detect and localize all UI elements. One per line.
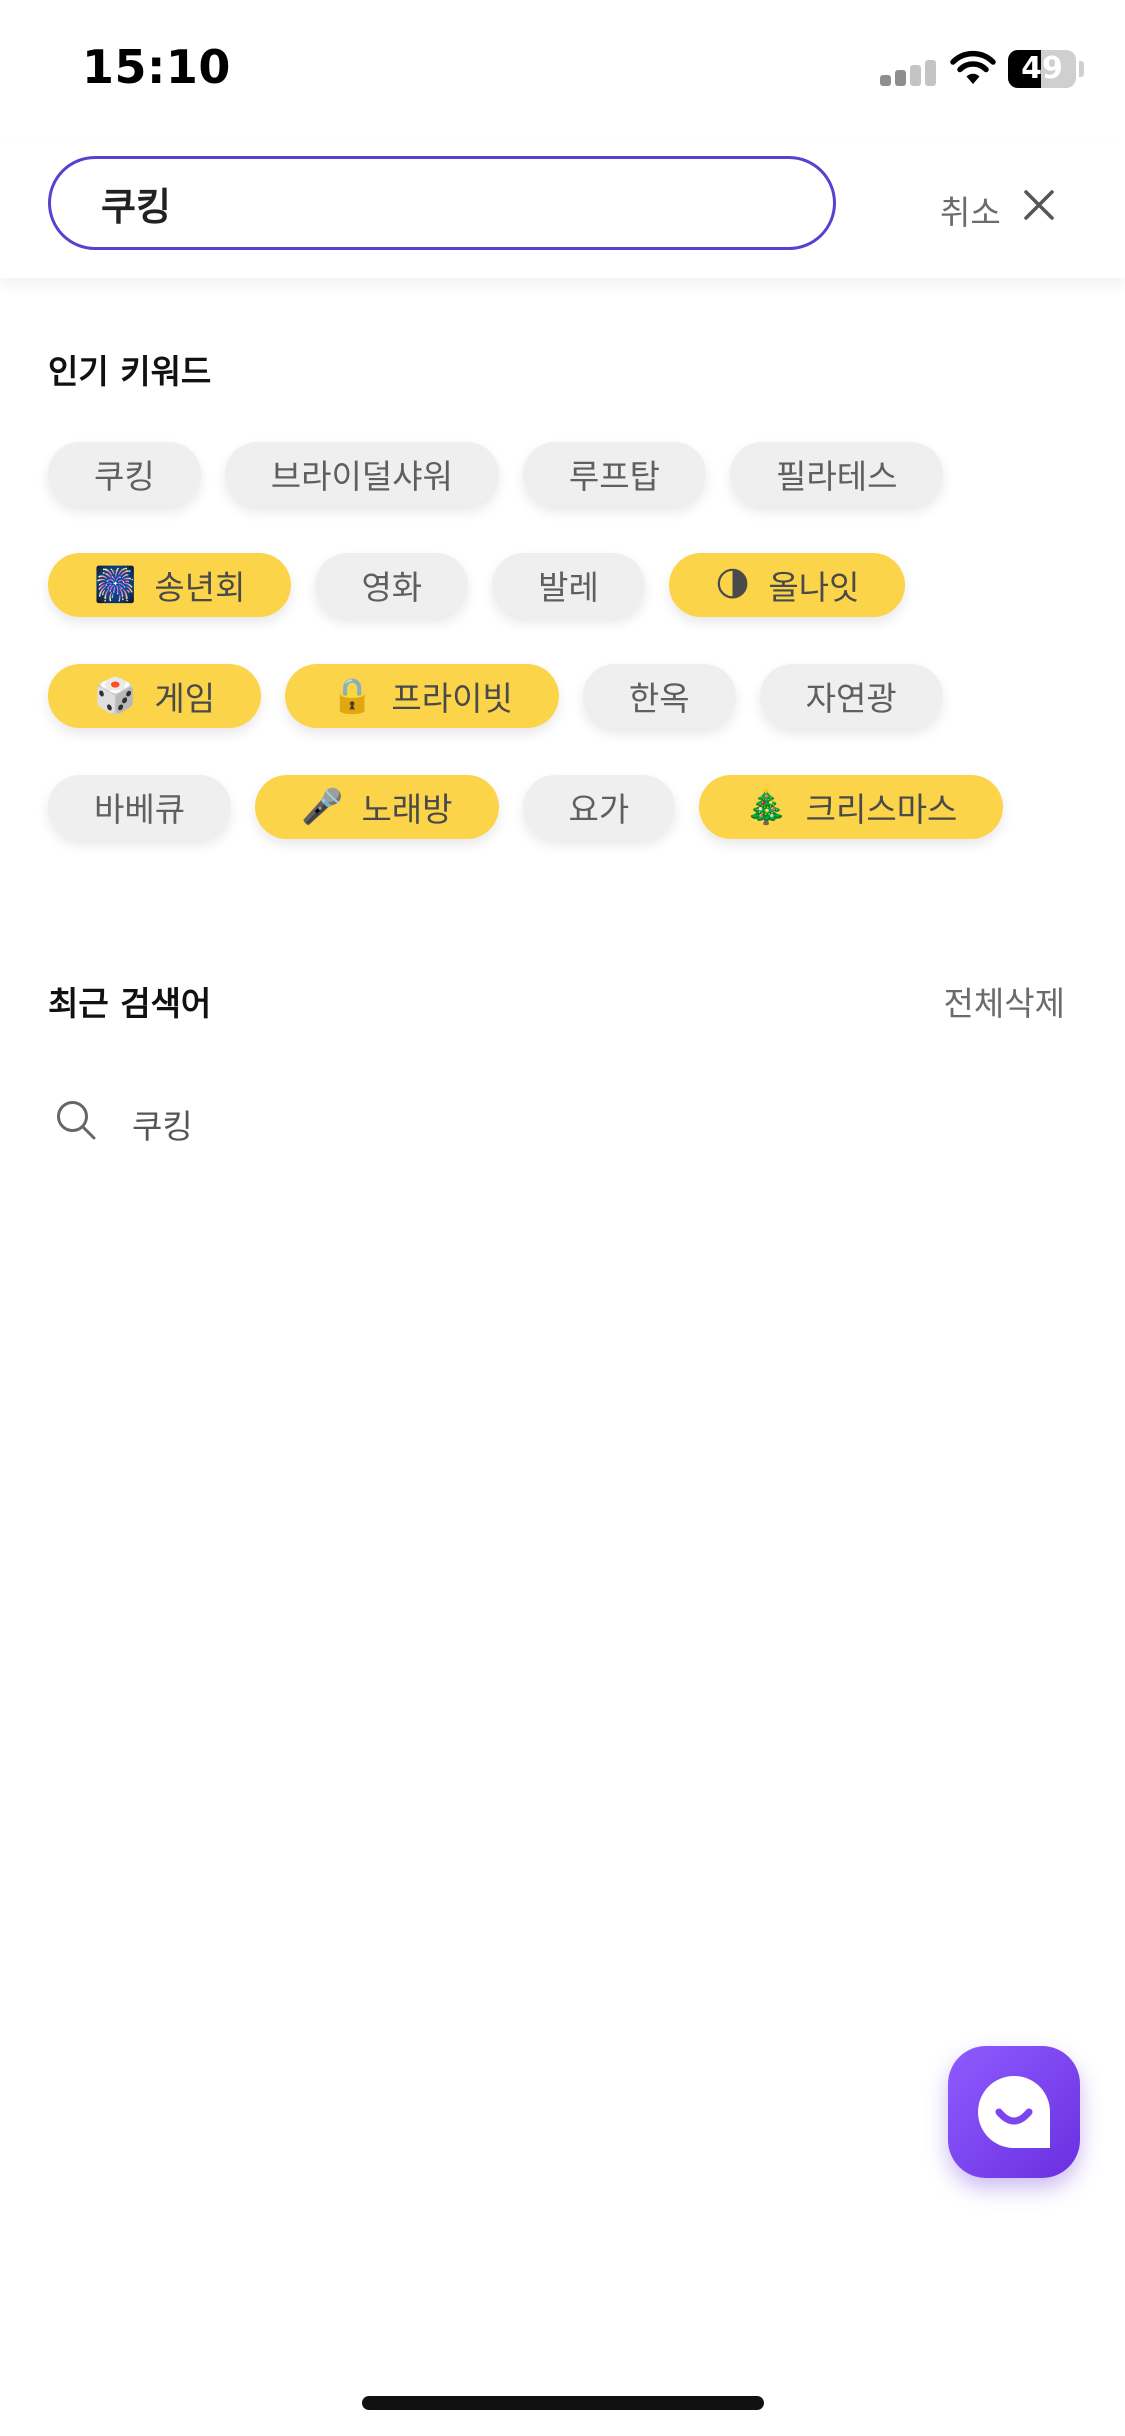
- cancel-label: 취소: [940, 193, 1001, 232]
- keyword-emoji-icon: 🎤: [301, 787, 344, 827]
- keyword-chip[interactable]: 자연광: [759, 664, 943, 728]
- keyword-chip[interactable]: 🌗 올나잇: [668, 553, 906, 617]
- search-box[interactable]: [48, 156, 836, 250]
- keyword-chip[interactable]: 영화: [315, 553, 469, 617]
- keyword-chip[interactable]: 요가: [522, 775, 676, 839]
- keyword-emoji-icon: 🎲: [94, 676, 137, 716]
- status-time: 15:10: [82, 40, 231, 94]
- keyword-chip-label: 루프탑: [568, 457, 660, 496]
- keyword-chip[interactable]: 🎄 크리스마스: [699, 775, 1004, 839]
- home-indicator: [362, 2396, 764, 2410]
- popular-keywords-list: 쿠킹 브라이덜샤워 루프탑 필라테스 🎆 송년회 영화 발레 🌗 올나잇 🎲 게임 🔒 프라이빗 한옥 자연광…: [48, 442, 1088, 886]
- chat-icon: [978, 2076, 1050, 2148]
- clear-all-button[interactable]: 전체삭제: [944, 977, 1065, 1025]
- keyword-chip-row: 🎆 송년회 영화 발레 🌗 올나잇: [48, 553, 1088, 617]
- cellular-signal-icon: [880, 60, 936, 86]
- keyword-chip[interactable]: 🔒 프라이빗: [285, 664, 559, 728]
- keyword-chip-row: 🎲 게임 🔒 프라이빗 한옥 자연광: [48, 664, 1088, 728]
- keyword-chip-label: 브라이덜샤워: [270, 457, 453, 496]
- battery-level: 49: [1021, 51, 1063, 86]
- recent-search-text: 쿠킹: [132, 1107, 193, 1146]
- keyword-emoji-icon: 🎆: [94, 565, 137, 605]
- battery-tip: [1079, 61, 1084, 77]
- keyword-chip-label: 올나잇: [768, 568, 860, 607]
- keyword-chip-label: 노래방: [361, 790, 453, 829]
- search-icon: [57, 1101, 96, 1140]
- keyword-chip[interactable]: 🎲 게임: [48, 664, 262, 728]
- keyword-chip-label: 프라이빗: [391, 679, 513, 718]
- keyword-chip[interactable]: 발레: [492, 553, 645, 617]
- keyword-chip-label: 영화: [361, 568, 423, 607]
- search-input[interactable]: [101, 171, 791, 235]
- keyword-chip-row: 쿠킹 브라이덜샤워 루프탑 필라테스: [48, 442, 1088, 506]
- keyword-chip[interactable]: 바베큐: [48, 775, 232, 839]
- keyword-chip-label: 게임: [154, 679, 216, 718]
- keyword-chip[interactable]: 한옥: [582, 664, 736, 728]
- recent-search-item[interactable]: 쿠킹: [48, 1090, 1048, 1150]
- keyword-chip-label: 요가: [568, 790, 630, 829]
- battery-icon: 49: [1008, 50, 1076, 88]
- cancel-button[interactable]: 취소: [940, 180, 1080, 232]
- search-screen: 15:10 49 취소 인기 키워드 쿠킹 브라이덜샤워 루프탑 필라테스 🎆 송년회 영화…: [0, 0, 1125, 2436]
- keyword-chip-label: 발레: [538, 568, 599, 607]
- recent-searches-title: 최근 검색어: [48, 984, 212, 1023]
- popular-keywords-title: 인기 키워드: [48, 352, 212, 391]
- keyword-emoji-icon: 🔒: [331, 676, 374, 716]
- keyword-chip[interactable]: 🎆 송년회: [48, 553, 292, 617]
- search-header: 취소: [0, 140, 1125, 278]
- keyword-chip-label: 바베큐: [94, 790, 186, 829]
- keyword-emoji-icon: 🎄: [745, 787, 788, 827]
- keyword-chip[interactable]: 브라이덜샤워: [224, 442, 499, 506]
- keyword-chip-row: 바베큐 🎤 노래방 요가 🎄 크리스마스: [48, 775, 1088, 839]
- keyword-chip-label: 쿠킹: [94, 457, 155, 496]
- wifi-icon: [950, 50, 996, 84]
- status-bar: 15:10 49: [0, 0, 1125, 140]
- keyword-chip-label: 한옥: [628, 679, 690, 718]
- keyword-chip-label: 크리스마스: [805, 790, 958, 829]
- keyword-chip-label: 송년회: [154, 568, 246, 607]
- keyword-chip[interactable]: 🎤 노래방: [255, 775, 499, 839]
- keyword-chip[interactable]: 쿠킹: [48, 442, 201, 506]
- keyword-chip-label: 필라테스: [776, 457, 898, 496]
- keyword-emoji-icon: 🌗: [714, 565, 751, 605]
- keyword-chip[interactable]: 루프탑: [522, 442, 706, 506]
- chat-button[interactable]: [948, 2046, 1080, 2178]
- keyword-chip-label: 자연광: [805, 679, 897, 718]
- keyword-chip[interactable]: 필라테스: [730, 442, 944, 506]
- close-icon[interactable]: [1022, 188, 1056, 222]
